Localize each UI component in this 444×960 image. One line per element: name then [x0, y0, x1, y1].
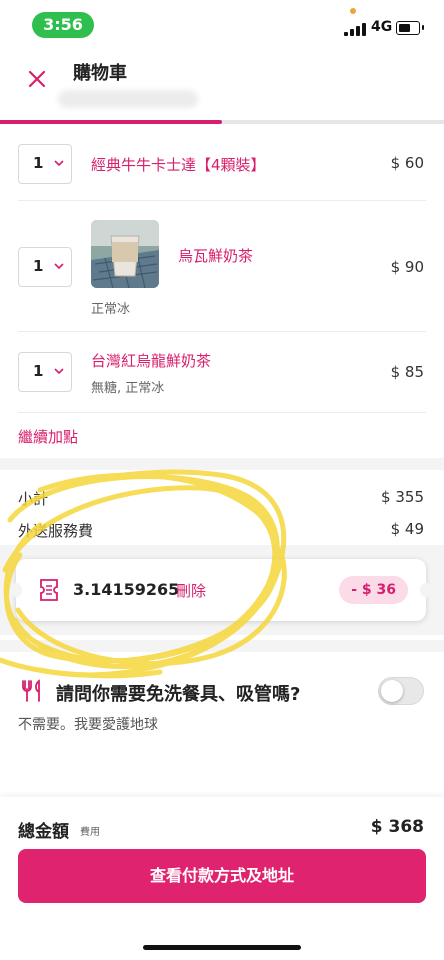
voucher-notch: [10, 583, 22, 597]
item-options: 正常冰: [91, 302, 131, 317]
total-note: 費用: [80, 827, 100, 838]
item-price: $ 85: [390, 363, 424, 381]
cutlery-question: 請問你需要免洗餐具、吸管嗎?: [56, 684, 301, 705]
page-title: 購物車: [73, 63, 127, 84]
step-progress-bar: [0, 120, 444, 124]
subtotal-label: 小計: [18, 490, 49, 508]
signal-icon: [344, 22, 366, 36]
chevron-down-icon: [54, 368, 64, 375]
item-options: 無糖, 正常冰: [91, 381, 165, 396]
status-time: 3:56: [32, 12, 94, 38]
chevron-down-icon: [54, 160, 64, 167]
close-icon[interactable]: [22, 64, 52, 94]
divider: [18, 412, 426, 413]
cutlery-icon: [22, 679, 40, 702]
item-name[interactable]: 經典牛牛卡士達【4顆裝】: [91, 154, 266, 175]
cutlery-note: 不需要。我要愛護地球: [18, 717, 158, 733]
redacted-address: [58, 90, 198, 108]
divider: [18, 200, 426, 201]
checkout-button[interactable]: 查看付款方式及地址: [18, 849, 426, 903]
product-image: [91, 220, 159, 288]
item-name[interactable]: 烏瓦鮮奶茶: [178, 245, 253, 266]
section-separator: [0, 640, 444, 652]
cart-header: 購物車: [0, 50, 444, 122]
item-price: $ 60: [390, 154, 424, 172]
chevron-down-icon: [54, 263, 64, 270]
voucher-code: 3.14159265: [73, 580, 180, 599]
voucher-notch: [420, 583, 432, 597]
item-name[interactable]: 台灣紅烏龍鮮奶茶: [91, 350, 211, 371]
cutlery-toggle[interactable]: [378, 677, 424, 705]
network-type: 4G: [371, 19, 393, 35]
privacy-indicator-icon: [350, 8, 356, 14]
add-more-link[interactable]: 繼續加點: [18, 426, 78, 447]
voucher-card: 3.14159265 刪除 - $ 36: [10, 559, 432, 621]
delete-voucher-button[interactable]: 刪除: [176, 580, 206, 601]
status-bar: 3:56 4G: [0, 0, 444, 50]
home-indicator[interactable]: [143, 945, 301, 950]
step-progress-fill: [0, 120, 222, 124]
quantity-value: 1: [33, 154, 44, 172]
quantity-select[interactable]: 1: [18, 352, 72, 392]
quantity-select[interactable]: 1: [18, 247, 72, 287]
quantity-value: 1: [33, 257, 44, 275]
section-separator: [0, 458, 444, 470]
toggle-knob: [381, 680, 403, 702]
divider: [18, 331, 426, 332]
total-value: $ 368: [370, 817, 424, 837]
discount-badge: - $ 36: [339, 576, 408, 604]
total-label: 總金額: [18, 822, 69, 842]
voucher-icon: [40, 579, 58, 601]
quantity-select[interactable]: 1: [18, 144, 72, 184]
quantity-value: 1: [33, 362, 44, 380]
battery-icon: [396, 21, 424, 35]
checkout-panel: 總金額 費用 $ 368 查看付款方式及地址: [0, 797, 444, 960]
item-price: $ 90: [390, 258, 424, 276]
subtotal-value: $ 355: [381, 488, 424, 506]
delivery-fee-label: 外送服務費: [18, 522, 94, 540]
delivery-fee-value: $ 49: [390, 520, 424, 538]
